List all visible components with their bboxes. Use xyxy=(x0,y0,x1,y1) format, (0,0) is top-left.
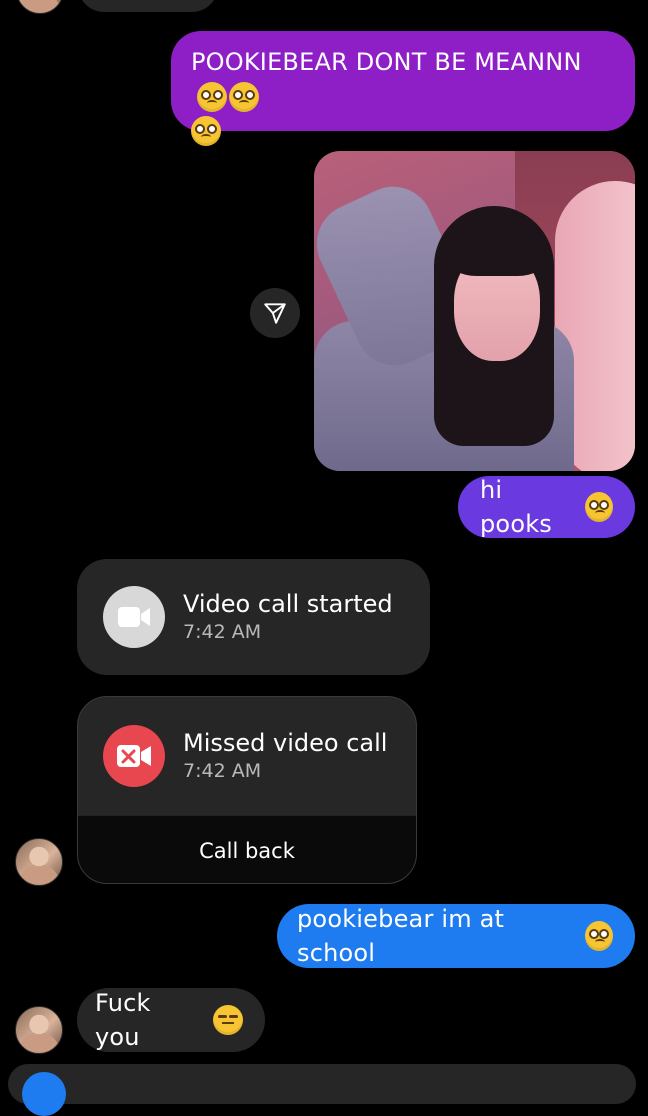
pleading-face-emoji xyxy=(191,116,221,146)
call-back-label: Call back xyxy=(199,839,295,863)
pleading-face-emoji xyxy=(584,921,613,951)
missed-video-call-card: Missed video call 7:42 AM Call back xyxy=(77,696,417,884)
outgoing-message-hi-pooks[interactable]: hi pooks xyxy=(458,476,635,538)
call-time: 7:42 AM xyxy=(183,760,262,782)
contact-avatar-top[interactable] xyxy=(16,0,64,14)
photo-bangs xyxy=(447,221,547,276)
video-call-started-card[interactable]: Video call started 7:42 AM xyxy=(77,559,430,675)
unamused-face-emoji xyxy=(213,1005,243,1035)
contact-avatar[interactable] xyxy=(15,838,63,886)
message-text: pookiebear im at school xyxy=(297,905,505,967)
missed-call-icon-badge xyxy=(103,725,165,787)
message-text: POOKIEBEAR DONT BE MEANNN xyxy=(191,48,582,76)
pleading-face-emoji xyxy=(229,82,259,112)
call-title: Video call started xyxy=(183,590,393,618)
video-camera-icon xyxy=(118,607,150,627)
incoming-message-fuck-you[interactable]: Fuck you xyxy=(77,988,265,1052)
message-text: Fuck you xyxy=(95,989,151,1051)
call-back-button[interactable]: Call back xyxy=(78,815,416,883)
outgoing-message-at-school[interactable]: pookiebear im at school xyxy=(277,904,635,968)
call-time: 7:42 AM xyxy=(183,621,262,643)
pleading-face-emoji xyxy=(585,492,613,522)
incoming-bubble-partial-bottom xyxy=(8,1064,636,1104)
photo-message[interactable] xyxy=(314,151,635,471)
share-button[interactable] xyxy=(250,288,300,338)
outgoing-message-pookiebear-meannn[interactable]: POOKIEBEAR DONT BE MEANNN xyxy=(171,31,635,146)
video-call-icon-badge xyxy=(103,586,165,648)
missed-video-icon xyxy=(117,745,151,767)
paper-plane-icon xyxy=(264,303,286,324)
incoming-bubble-partial xyxy=(78,0,218,12)
call-title: Missed video call xyxy=(183,729,388,757)
contact-avatar[interactable] xyxy=(15,1006,63,1054)
partial-blue-icon xyxy=(22,1072,66,1116)
message-text: hi pooks xyxy=(480,476,553,538)
pleading-face-emoji xyxy=(197,82,227,112)
